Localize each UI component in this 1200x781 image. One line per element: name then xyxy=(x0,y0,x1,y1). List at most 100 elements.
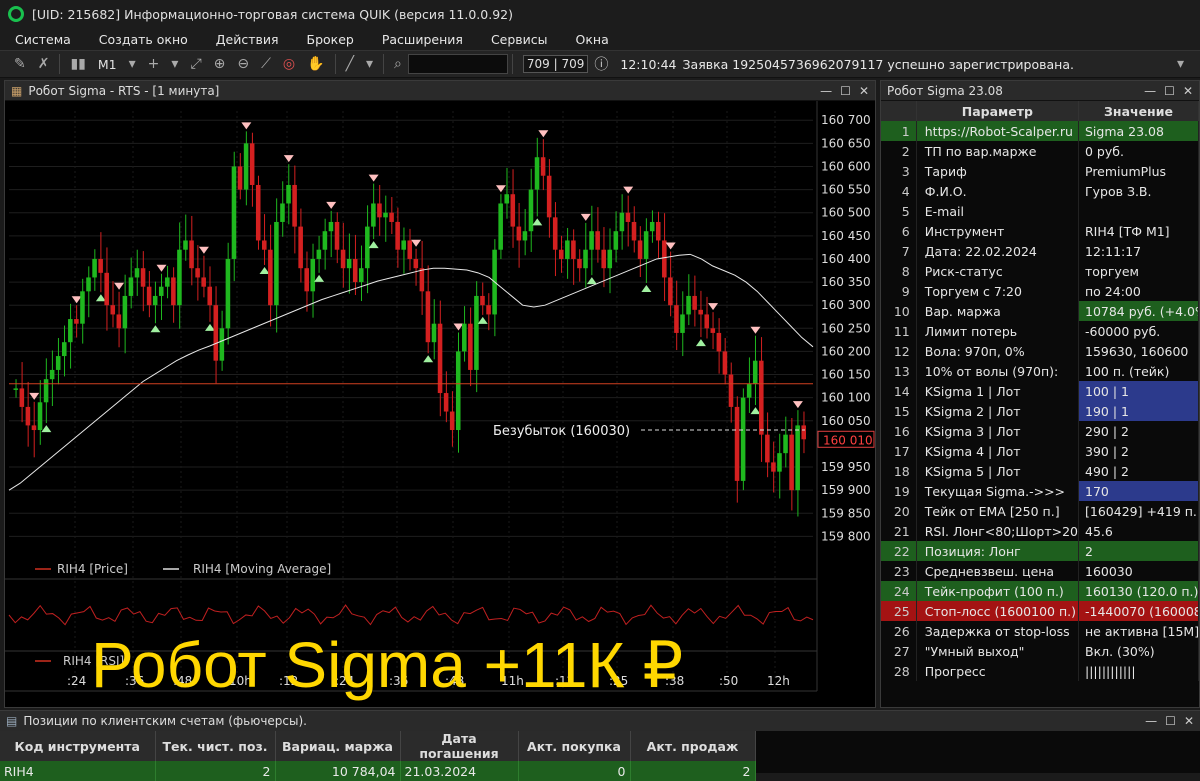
params-row[interactable]: 17 KSigma 4 | Лот 390 | 2 xyxy=(881,441,1199,461)
params-row[interactable]: 11 Лимит потерь -60000 руб. xyxy=(881,321,1199,341)
candle-body xyxy=(777,453,782,472)
params-row[interactable]: 6 Инструмент RIH4 [ТФ M1] xyxy=(881,221,1199,241)
candle-body xyxy=(795,425,800,491)
candle-body xyxy=(571,240,576,259)
params-row[interactable]: 5 E-mail xyxy=(881,201,1199,221)
candle-body xyxy=(522,231,528,241)
menu-windows[interactable]: Окна xyxy=(561,32,622,47)
candle-body xyxy=(298,226,303,269)
param-name: Торгуем с 7:20 xyxy=(916,281,1080,301)
param-name: Вола: 970п, 0% xyxy=(916,341,1080,361)
candle-body xyxy=(292,184,297,227)
param-value: 170 xyxy=(1078,481,1199,501)
interval-select[interactable]: M1 xyxy=(98,57,117,72)
params-row[interactable]: 16 KSigma 3 | Лот 290 | 2 xyxy=(881,421,1199,441)
line-tool-icon[interactable]: ╱ xyxy=(346,56,354,72)
params-row[interactable]: 22 Позиция: Лонг 2 xyxy=(881,541,1199,561)
params-row[interactable]: 18 KSigma 5 | Лот 490 | 2 xyxy=(881,461,1199,481)
chevron-down-icon-3[interactable]: ▾ xyxy=(366,56,373,72)
sell-marker xyxy=(623,186,634,194)
minimize-icon[interactable]: — xyxy=(820,84,832,98)
col-value[interactable]: Значение xyxy=(1078,101,1199,121)
bars-icon[interactable]: ▮▮ xyxy=(70,56,85,72)
row-number: 9 xyxy=(881,281,917,301)
params-row[interactable]: 23 Средневзвеш. цена 160030 xyxy=(881,561,1199,581)
params-row[interactable]: 21 RSI. Лонг<80;Шорт>20 45.6 xyxy=(881,521,1199,541)
row-number: 28 xyxy=(881,661,917,681)
positions-close-icon[interactable]: ✕ xyxy=(1184,714,1194,728)
col-net-position[interactable]: Тек. чист. поз. xyxy=(155,731,276,761)
params-row[interactable]: 9 Торгуем с 7:20 по 24:00 xyxy=(881,281,1199,301)
col-instrument-code[interactable]: Код инструмента xyxy=(0,731,156,761)
y-tick-label: 160 350 xyxy=(821,275,871,289)
candle-body xyxy=(213,305,219,361)
col-variation-margin[interactable]: Вариац. маржа xyxy=(275,731,401,761)
candle-body xyxy=(455,351,461,431)
params-row[interactable]: 24 Тейк-профит (100 п.) 160130 (120.0 п.) xyxy=(881,581,1199,601)
pencil-icon[interactable]: ✎ xyxy=(14,56,26,72)
zoom-in-icon[interactable]: ⊕ xyxy=(214,56,226,72)
params-row[interactable]: 1 https://Robot-Scalper.ru Sigma 23.08 xyxy=(881,121,1199,141)
params-close-icon[interactable]: ✕ xyxy=(1183,84,1193,98)
params-maximize-icon[interactable]: ☐ xyxy=(1164,84,1175,98)
params-row[interactable]: 20 Тейк от EMA [250 п.] [160429] +419 п. xyxy=(881,501,1199,521)
col-expiry-date[interactable]: Дата погашения xyxy=(400,731,519,761)
y-tick-label: 160 250 xyxy=(821,321,871,335)
params-row[interactable]: 19 Текущая Sigma.->>> 170 xyxy=(881,481,1199,501)
price-chart[interactable]: Безубыток (160030) 160 700 160 650 160 600… xyxy=(5,101,875,707)
params-row[interactable]: 26 Задержка от stop-loss не активна [15M] xyxy=(881,621,1199,641)
menu-services[interactable]: Сервисы xyxy=(476,32,561,47)
menu-create-window[interactable]: Создать окно xyxy=(84,32,201,47)
table-row[interactable]: RIH4 2 10 784,04 21.03.2024 0 2 xyxy=(0,761,756,781)
candle-body xyxy=(68,319,73,343)
positions-maximize-icon[interactable]: ☐ xyxy=(1165,714,1176,728)
params-row[interactable]: 12 Вола: 970п, 0% 159630, 160600 xyxy=(881,341,1199,361)
params-window-header: Робот Sigma 23.08 — ☐ ✕ xyxy=(881,81,1199,101)
params-row[interactable]: 15 KSigma 2 | Лот 190 | 1 xyxy=(881,401,1199,421)
params-row[interactable]: 14 KSigma 1 | Лот 100 | 1 xyxy=(881,381,1199,401)
params-minimize-icon[interactable]: — xyxy=(1144,84,1156,98)
params-row[interactable]: 7 Дата: 22.02.2024 12:11:17 xyxy=(881,241,1199,261)
param-value: -60000 руб. xyxy=(1078,321,1199,341)
chevron-down-icon-2[interactable]: ▾ xyxy=(171,56,178,72)
params-row[interactable]: 3 Тариф PremiumPlus xyxy=(881,161,1199,181)
row-number: 20 xyxy=(881,501,917,521)
crosshair-icon[interactable]: + xyxy=(148,56,160,72)
params-row[interactable]: 13 10% от волы (970п): 100 п. (тейк) xyxy=(881,361,1199,381)
candle-body xyxy=(401,240,406,250)
params-row[interactable]: 8 Риск-статус торгуем xyxy=(881,261,1199,281)
params-row[interactable]: 10Вар. маржа10784 руб. (+4.0%) xyxy=(881,301,1199,321)
candle-body xyxy=(540,157,546,176)
close-icon[interactable]: ✕ xyxy=(859,84,869,98)
ruler-icon[interactable]: ⟋ xyxy=(261,56,271,72)
menu-extensions[interactable]: Расширения xyxy=(367,32,476,47)
positions-minimize-icon[interactable]: — xyxy=(1145,714,1157,728)
search-icon[interactable]: ⌕ xyxy=(394,56,402,72)
params-row[interactable]: 27 "Умный выход" Вкл. (30%) xyxy=(881,641,1199,661)
param-value: 159630, 160600 xyxy=(1078,341,1199,361)
status-dropdown-icon[interactable]: ▾ xyxy=(1177,56,1184,72)
target-icon[interactable]: ◎ xyxy=(283,56,295,72)
col-active-sell[interactable]: Акт. продаж xyxy=(630,731,756,761)
params-row[interactable]: 4 Ф.И.О. Гуров З.В. xyxy=(881,181,1199,201)
params-row[interactable]: 25Стоп-лосс (1600100 п.)-1440070 (160008… xyxy=(881,601,1199,621)
menu-broker[interactable]: Брокер xyxy=(292,32,367,47)
zoom-out-icon[interactable]: ⊖ xyxy=(237,56,249,72)
menu-actions[interactable]: Действия xyxy=(201,32,292,47)
col-active-buy[interactable]: Акт. покупка xyxy=(518,731,631,761)
candle-body xyxy=(13,388,19,390)
candle-body xyxy=(128,277,134,296)
search-input[interactable] xyxy=(407,54,508,74)
maximize-icon[interactable]: ☐ xyxy=(840,84,851,98)
candle-body xyxy=(577,258,582,269)
params-row[interactable]: 2 ТП по вар.марже 0 руб. xyxy=(881,141,1199,161)
params-row[interactable]: 28 Прогресс |||||||||||| xyxy=(881,661,1199,681)
fullscreen-icon[interactable]: ⤢ xyxy=(190,56,201,72)
chevron-down-icon[interactable]: ▾ xyxy=(129,56,136,72)
col-param[interactable]: Параметр xyxy=(916,101,1080,121)
row-number: 13 xyxy=(881,361,917,381)
menu-system[interactable]: Система xyxy=(0,32,84,47)
hand-icon[interactable]: ✋ xyxy=(307,56,324,72)
candle-body xyxy=(340,249,346,269)
erase-icon[interactable]: ✗ xyxy=(38,56,50,72)
